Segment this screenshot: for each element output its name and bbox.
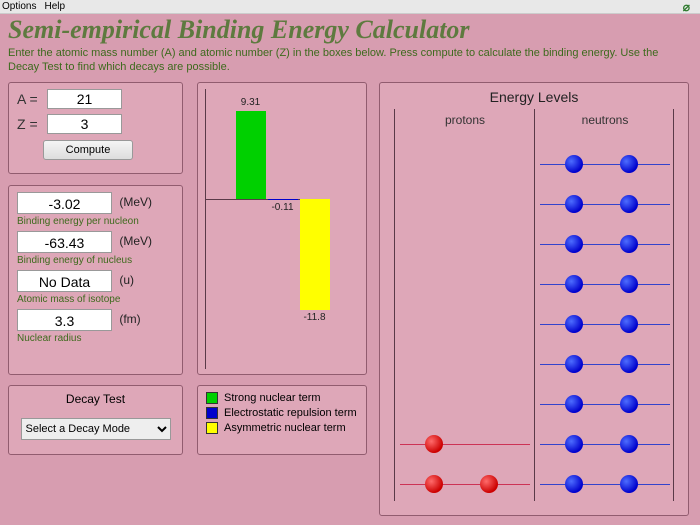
neutron-level-line: [540, 364, 670, 365]
neutron-dot: [565, 435, 583, 453]
energy-levels-panel: Energy Levels protons neutrons: [379, 82, 689, 516]
legend-row-strong: Strong nuclear term: [206, 392, 358, 404]
radius-value: 3.3: [17, 309, 112, 331]
be-per-nucleon-label: Binding energy per nucleon: [17, 216, 174, 227]
label-z: Z =: [17, 116, 47, 132]
page-subtitle: Enter the atomic mass number (A) and ato…: [8, 46, 692, 75]
legend-panel: Strong nuclear term Electrostatic repuls…: [197, 385, 367, 455]
results-panel: -3.02 (MeV) Binding energy per nucleon -…: [8, 185, 183, 375]
atomic-mass-unit: (u): [119, 273, 134, 287]
energy-levels-title: Energy Levels: [386, 89, 682, 105]
neutron-level-line: [540, 204, 670, 205]
legend-label-asym: Asymmetric nuclear term: [224, 422, 346, 434]
neutron-level-line: [540, 324, 670, 325]
neutron-dot: [620, 475, 638, 493]
radius-label: Nuclear radius: [17, 333, 174, 344]
neutron-dot: [565, 155, 583, 173]
neutron-dot: [620, 275, 638, 293]
neutron-dot: [620, 315, 638, 333]
neutron-dot: [565, 315, 583, 333]
bar-label-electro: -0.11: [263, 202, 303, 213]
legend-swatch-asym: [206, 422, 218, 434]
proton-dot: [425, 475, 443, 493]
neutron-dot: [565, 235, 583, 253]
neutron-dot: [565, 355, 583, 373]
decay-title: Decay Test: [15, 392, 176, 406]
proton-dot: [480, 475, 498, 493]
neutron-dot: [620, 235, 638, 253]
legend-label-electro: Electrostatic repulsion term: [224, 407, 357, 419]
be-per-nucleon-unit: (MeV): [119, 195, 152, 209]
be-per-nucleon-value: -3.02: [17, 192, 112, 214]
header: Semi-empirical Binding Energy Calculator…: [0, 14, 700, 74]
atomic-mass-label: Atomic mass of isotope: [17, 294, 174, 305]
neutron-dot: [565, 395, 583, 413]
menu-options[interactable]: Options: [2, 1, 36, 12]
be-nucleus-unit: (MeV): [119, 234, 152, 248]
neutron-level-line: [540, 164, 670, 165]
bar-label-strong: 9.31: [231, 97, 271, 108]
neutron-dot: [620, 155, 638, 173]
neutron-level-line: [540, 404, 670, 405]
neutron-dot: [620, 195, 638, 213]
neutron-dot: [565, 195, 583, 213]
input-a[interactable]: [47, 89, 122, 109]
be-nucleus-label: Binding energy of nucleus: [17, 255, 174, 266]
neutron-dot: [620, 355, 638, 373]
page-title: Semi-empirical Binding Energy Calculator: [8, 16, 692, 45]
neutron-level-line: [540, 284, 670, 285]
proton-level-line: [400, 484, 530, 485]
legend-swatch-electro: [206, 407, 218, 419]
bar-strong: [236, 111, 266, 199]
proton-dot: [425, 435, 443, 453]
bar-label-asym: -11.8: [295, 312, 335, 323]
menubar: Options Help ⌀: [0, 0, 700, 14]
radius-unit: (fm): [119, 312, 140, 326]
decay-panel: Decay Test Select a Decay Mode: [8, 385, 183, 455]
bar-chart-panel: 9.31 -0.11 -11.8: [197, 82, 367, 375]
bar-electro: [268, 199, 298, 200]
decay-select[interactable]: Select a Decay Mode: [21, 418, 171, 440]
neutron-level-line: [540, 244, 670, 245]
compute-button[interactable]: Compute: [43, 140, 133, 160]
neutron-dot: [620, 395, 638, 413]
legend-label-strong: Strong nuclear term: [224, 392, 321, 404]
neutron-dot: [565, 475, 583, 493]
proton-level-line: [400, 444, 530, 445]
neutron-dot: [620, 435, 638, 453]
inputs-panel: A = Z = Compute: [8, 82, 183, 174]
close-icon[interactable]: ⌀: [683, 0, 690, 14]
neutron-level-line: [540, 444, 670, 445]
input-z[interactable]: [47, 114, 122, 134]
neutron-dot: [565, 275, 583, 293]
energy-levels-grid: protons neutrons: [394, 109, 674, 501]
legend-row-asym: Asymmetric nuclear term: [206, 422, 358, 434]
bar-asym: [300, 199, 330, 310]
atomic-mass-value: No Data: [17, 270, 112, 292]
protons-header: protons: [395, 113, 535, 127]
levels-divider: [534, 109, 535, 501]
be-nucleus-value: -63.43: [17, 231, 112, 253]
bar-chart: 9.31 -0.11 -11.8: [205, 89, 360, 369]
label-a: A =: [17, 91, 47, 107]
menu-help[interactable]: Help: [44, 1, 65, 12]
legend-swatch-strong: [206, 392, 218, 404]
neutrons-header: neutrons: [535, 113, 675, 127]
neutron-level-line: [540, 484, 670, 485]
legend-row-electro: Electrostatic repulsion term: [206, 407, 358, 419]
